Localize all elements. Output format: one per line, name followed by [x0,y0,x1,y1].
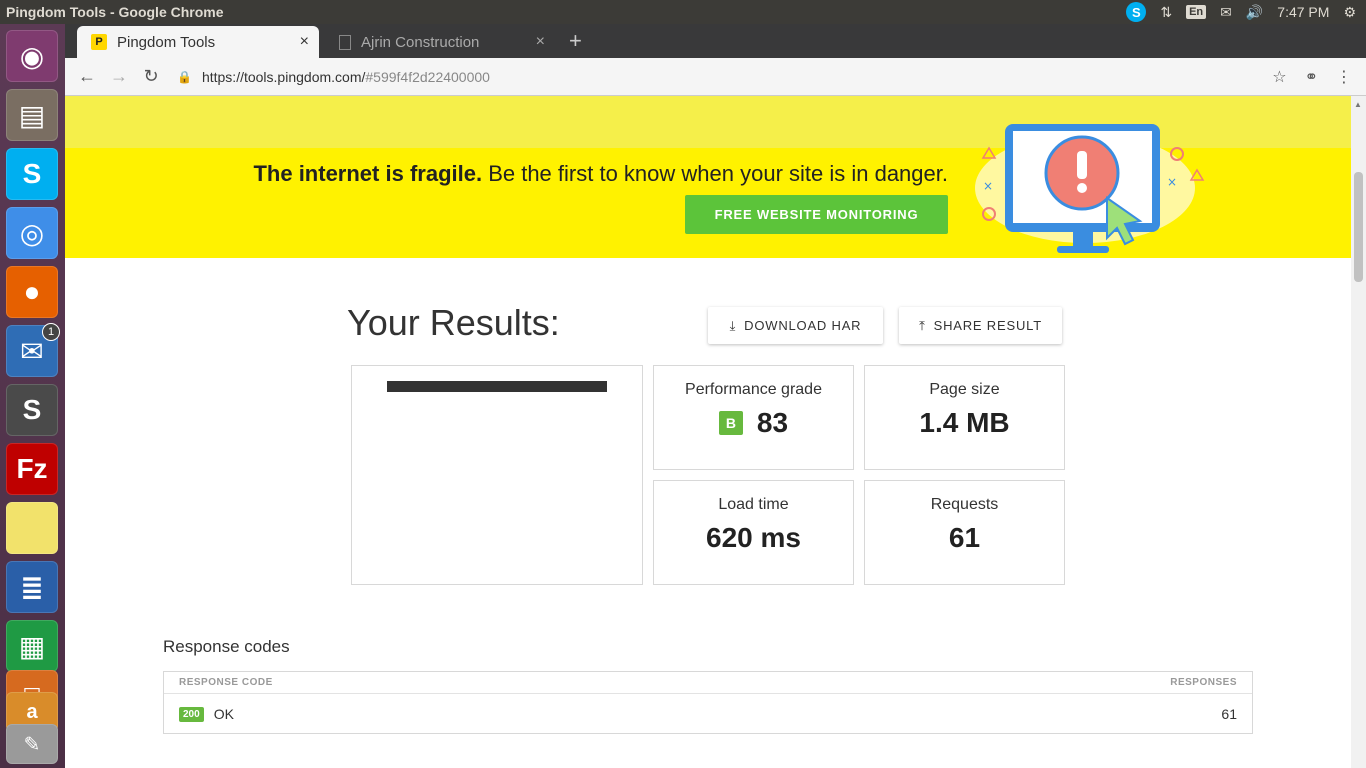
window-title: Pingdom Tools - Google Chrome [6,4,224,20]
banner-headline-bold: The internet is fragile. [253,161,483,186]
requests-card: Requests 61 [864,480,1065,585]
column-response-code[interactable]: RESPONSE CODE [179,677,273,688]
launcher-filezilla-icon[interactable]: Fz [6,443,58,495]
response-codes-table: RESPONSE CODE RESPONSES 200 OK 61 [163,671,1253,734]
skype-indicator-icon[interactable]: S [1126,2,1147,22]
tab-ajrin-construction[interactable]: Ajrin Construction × [325,26,555,58]
page-scrollbar[interactable]: ▲ [1351,96,1366,768]
share-icon: ⤒ [919,317,926,333]
performance-grade-label: Performance grade [685,381,822,398]
extension-icon[interactable]: ⚭ [1305,67,1318,87]
share-result-button[interactable]: ⤒ SHARE RESULT [899,307,1062,344]
download-har-label: DOWNLOAD HAR [744,318,862,333]
free-website-monitoring-button[interactable]: FREE WEBSITE MONITORING [685,195,948,234]
url-main: https://tools.pingdom.com/ [201,68,366,85]
scrollbar-thumb[interactable] [1354,172,1363,282]
tab-label: Pingdom Tools [117,33,216,51]
requests-value: 61 [948,522,981,553]
banner-headline-rest: Be the first to know when your site is i… [482,161,948,186]
launcher-ubuntu-dash-icon[interactable]: ◉ [6,30,58,82]
table-row: 200 OK 61 [164,694,1252,734]
launcher-skype-icon[interactable]: S [6,148,58,200]
scroll-up-arrow-icon[interactable]: ▲ [1354,100,1362,109]
response-codes-heading: Response codes [163,637,290,656]
reload-icon[interactable]: ↻ [135,66,167,87]
monitor-alert-illustration-icon: × × [975,124,1205,253]
share-result-label: SHARE RESULT [933,318,1042,333]
volume-icon[interactable]: 🔊 [1246,4,1263,21]
banner-headline: The internet is fragile. Be the first to… [253,161,948,187]
results-heading: Your Results: [347,302,560,343]
performance-grade-value: 83 [756,407,789,438]
page-size-card: Page size 1.4 MB [864,365,1065,470]
system-top-panel: Pingdom Tools - Google Chrome S ⇅ En ✉ 🔊… [0,0,1366,24]
unity-launcher: ◉ ▤ S ◎ ● ✉ 1 S Fz ≣ ▦ ▭ a ✎ [0,24,65,768]
column-responses[interactable]: RESPONSES [1170,677,1237,688]
status-badge: 200 [179,706,204,722]
grade-badge: B [718,411,743,435]
bookmark-star-icon[interactable]: ☆ [1272,67,1286,87]
forward-arrow-icon[interactable]: → [103,66,135,87]
mail-icon[interactable]: ✉ [1220,4,1232,21]
browser-toolbar: ← → ↻ 🔒 https://tools.pingdom.com/#599f4… [65,58,1366,96]
tab-pingdom-tools[interactable]: P Pingdom Tools × [77,26,319,58]
requests-label: Requests [930,496,999,513]
clock[interactable]: 7:47 PM [1277,4,1329,20]
back-arrow-icon[interactable]: ← [71,66,103,87]
launcher-thunderbird-icon[interactable]: ✉ 1 [6,323,60,377]
pingdom-favicon-icon: P [91,34,107,50]
launcher-chrome-icon[interactable]: ◎ [6,207,58,259]
notification-count-badge: 1 [42,323,60,341]
lock-icon[interactable]: 🔒 [177,70,192,84]
launcher-libreoffice-calc-icon[interactable]: ▦ [6,620,58,672]
performance-grade-card: Performance grade B 83 [653,365,854,470]
menu-kebab-icon[interactable]: ⋮ [1336,67,1352,87]
response-count: 61 [1221,706,1237,722]
url-hash: #599f4f2d22400000 [365,68,490,85]
network-icon[interactable]: ⇅ [1160,4,1172,21]
download-icon: ⤓ [729,317,737,333]
page-favicon-icon [339,34,351,50]
thumbnail-header-bar [387,381,607,392]
svg-text:×: × [1167,175,1177,189]
address-bar[interactable]: 🔒 https://tools.pingdom.com/#599f4f2d224… [177,69,1237,85]
close-tab-icon[interactable]: × [300,33,309,51]
page-content: The internet is fragile. Be the first to… [65,96,1351,768]
svg-text:×: × [983,179,993,193]
load-time-value: 620 ms [706,522,801,553]
status-text: OK [213,706,234,722]
new-tab-button[interactable]: + [569,28,582,54]
settings-gear-icon[interactable]: ⚙ [1343,4,1356,21]
load-time-label: Load time [718,496,789,513]
launcher-libreoffice-writer-icon[interactable]: ≣ [6,561,58,613]
launcher-sublime-text-icon[interactable]: S [6,384,58,436]
launcher-files-icon[interactable]: ▤ [6,89,58,141]
download-har-button[interactable]: ⤓ DOWNLOAD HAR [708,307,883,344]
page-size-value: 1.4 MB [919,407,1010,438]
launcher-text-editor-icon[interactable]: ✎ [6,724,58,764]
indicator-area: S ⇅ En ✉ 🔊 7:47 PM ⚙ [1126,2,1366,22]
load-time-card: Load time 620 ms [653,480,854,585]
keyboard-language-indicator[interactable]: En [1186,5,1207,19]
close-tab-icon[interactable]: × [536,33,545,51]
tab-label: Ajrin Construction [361,33,480,51]
tab-strip: P Pingdom Tools × Ajrin Construction × + [65,24,1366,58]
site-screenshot-thumbnail [351,365,643,585]
launcher-firefox-icon[interactable]: ● [6,266,58,318]
page-size-label: Page size [929,381,1000,398]
launcher-sticky-notes-icon[interactable] [6,502,58,554]
table-header: RESPONSE CODE RESPONSES [164,672,1252,694]
